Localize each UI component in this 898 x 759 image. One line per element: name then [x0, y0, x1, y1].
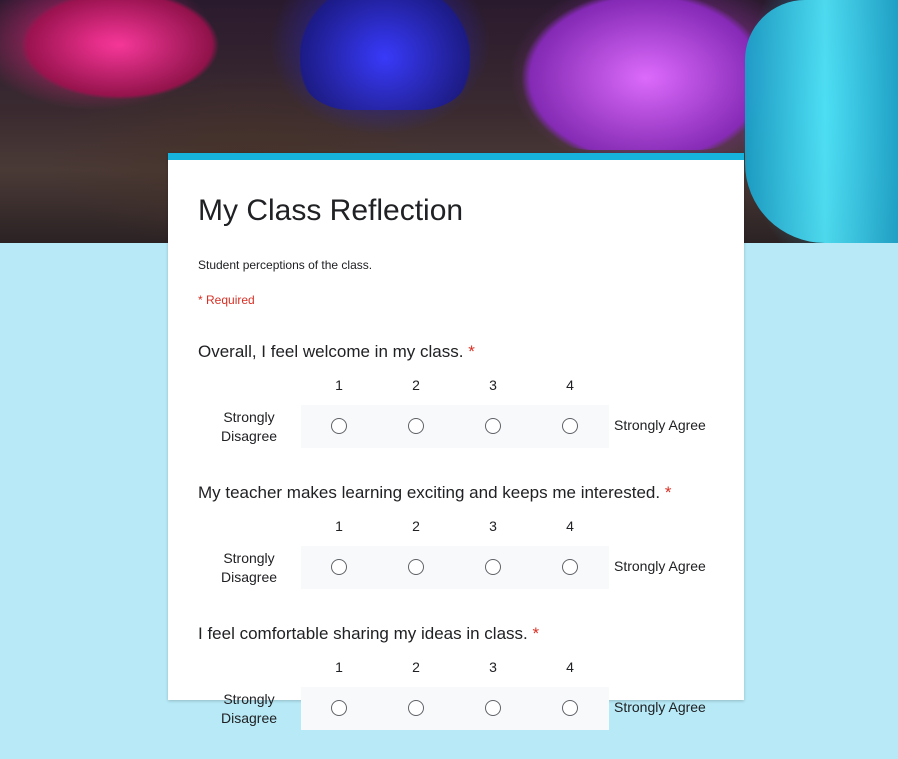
linear-scale — [301, 405, 609, 448]
radio-option-2[interactable] — [408, 559, 424, 575]
cyan-flask — [745, 0, 898, 243]
question-title: My teacher makes learning exciting and k… — [198, 483, 671, 503]
question-title: I feel comfortable sharing my ideas in c… — [198, 624, 539, 644]
required-note: * Required — [198, 293, 255, 307]
question-2: My teacher makes learning exciting and k… — [168, 483, 744, 618]
required-asterisk: * — [532, 624, 540, 643]
radio-option-3[interactable] — [485, 559, 501, 575]
radio-option-3[interactable] — [485, 418, 501, 434]
scale-label-2: 2 — [412, 377, 420, 393]
radio-option-1[interactable] — [331, 418, 347, 434]
purple-flask — [520, 0, 770, 150]
radio-option-4[interactable] — [562, 559, 578, 575]
high-end-label: Strongly Agree — [614, 699, 706, 715]
blue-beaker — [300, 0, 470, 110]
radio-option-3[interactable] — [485, 700, 501, 716]
question-text: Overall, I feel welcome in my class. — [198, 342, 464, 361]
high-end-label: Strongly Agree — [614, 417, 706, 433]
form-description: Student perceptions of the class. — [198, 258, 373, 272]
form-card: My Class Reflection Student perceptions … — [168, 153, 744, 730]
scale-label-3: 3 — [489, 518, 497, 534]
linear-scale — [301, 546, 609, 589]
low-end-label: Strongly Disagree — [220, 409, 278, 444]
radio-option-4[interactable] — [562, 700, 578, 716]
question-title: Overall, I feel welcome in my class. * — [198, 342, 475, 362]
scale-label-4: 4 — [566, 518, 574, 534]
scale-label-2: 2 — [412, 659, 420, 675]
linear-scale — [301, 687, 609, 730]
scale-label-4: 4 — [566, 377, 574, 393]
scale-label-1: 1 — [335, 659, 343, 675]
question-text: I feel comfortable sharing my ideas in c… — [198, 624, 528, 643]
scale-label-3: 3 — [489, 377, 497, 393]
radio-option-1[interactable] — [331, 559, 347, 575]
high-end-label: Strongly Agree — [614, 558, 706, 574]
question-3: I feel comfortable sharing my ideas in c… — [168, 624, 744, 759]
low-end-label: Strongly Disagree — [220, 691, 278, 726]
question-text: My teacher makes learning exciting and k… — [198, 483, 661, 502]
radio-option-1[interactable] — [331, 700, 347, 716]
scale-label-1: 1 — [335, 518, 343, 534]
radio-option-2[interactable] — [408, 700, 424, 716]
required-asterisk: * — [468, 342, 475, 361]
radio-option-4[interactable] — [562, 418, 578, 434]
scale-label-3: 3 — [489, 659, 497, 675]
scale-label-2: 2 — [412, 518, 420, 534]
low-end-label: Strongly Disagree — [220, 550, 278, 585]
scale-label-4: 4 — [566, 659, 574, 675]
pink-flask — [20, 0, 220, 100]
required-asterisk: * — [664, 483, 672, 502]
question-1: Overall, I feel welcome in my class. * 1… — [168, 342, 744, 477]
scale-label-1: 1 — [335, 377, 343, 393]
radio-option-2[interactable] — [408, 418, 424, 434]
form-title: My Class Reflection — [198, 194, 464, 227]
